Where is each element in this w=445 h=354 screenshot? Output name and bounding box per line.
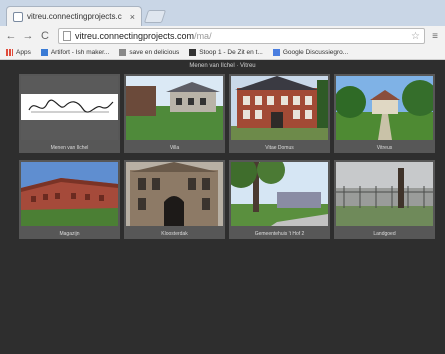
- gallery-tile[interactable]: Vitreus: [334, 74, 435, 153]
- gallery-tile[interactable]: Vitae Domus: [229, 74, 330, 153]
- photo-grid: Menen van Ilchel Villa Vitae Domus Vitre…: [19, 74, 439, 242]
- gallery-tile[interactable]: Magazijn: [19, 160, 120, 239]
- gallery-tile[interactable]: Villa: [124, 74, 225, 153]
- browser-window: vitreu.connectingprojects.c × ← → C vitr…: [0, 0, 445, 354]
- page-favicon-icon: [13, 11, 23, 22]
- tile-photo: [126, 76, 223, 140]
- forward-button[interactable]: →: [21, 29, 35, 43]
- bookmark-label: Stoop 1 - De Zit en t...: [199, 49, 263, 56]
- tile-photo: [231, 162, 328, 226]
- address-bar[interactable]: vitreu.connectingprojects.com /ma/ ☆: [58, 28, 425, 44]
- bookmarks-bar: Apps Artifort - Ish maker... save en delic…: [0, 46, 445, 60]
- page-icon: [63, 31, 71, 41]
- tile-photo: [336, 76, 433, 140]
- gallery-page: Menen van Ilchel · Vitreu Menen van Ilch…: [0, 60, 445, 354]
- bookmark-star-icon[interactable]: ☆: [411, 31, 420, 42]
- tile-photo: [126, 162, 223, 226]
- gallery-tile[interactable]: Menen van Ilchel: [19, 74, 120, 153]
- gallery-tile[interactable]: Kloosterdak: [124, 160, 225, 239]
- bookmark-item[interactable]: Artifort - Ish maker...: [40, 49, 110, 56]
- bookmark-favicon: [40, 49, 48, 56]
- tile-caption: Kloosterdak: [161, 231, 188, 237]
- bookmark-item[interactable]: Apps: [6, 49, 31, 56]
- browser-menu-icon[interactable]: ≡: [429, 31, 441, 42]
- tile-caption: Menen van Ilchel: [50, 145, 89, 151]
- new-tab-button[interactable]: [143, 10, 167, 23]
- tile-caption: Landgoed: [373, 231, 396, 237]
- bookmark-item[interactable]: save en delicious: [119, 49, 179, 56]
- bookmark-item[interactable]: Google Discussiegro...: [272, 49, 349, 56]
- url-host: vitreu.connectingprojects.com: [75, 31, 195, 41]
- tile-caption: Gemeentehuis 't Hof 2: [254, 231, 305, 237]
- bookmark-label: Apps: [16, 49, 31, 56]
- bookmark-favicon: [189, 49, 197, 56]
- tab-strip: vitreu.connectingprojects.c ×: [0, 0, 445, 26]
- tab-close-icon[interactable]: ×: [130, 12, 135, 22]
- bookmark-item[interactable]: Stoop 1 - De Zit en t...: [189, 49, 263, 56]
- tile-photo: [231, 76, 328, 140]
- tile-photo: [21, 162, 118, 226]
- browser-toolbar: ← → C vitreu.connectingprojects.com /ma/…: [0, 26, 445, 46]
- back-button[interactable]: ←: [4, 29, 18, 43]
- gallery-tile[interactable]: Gemeentehuis 't Hof 2: [229, 160, 330, 239]
- bookmark-label: save en delicious: [129, 49, 180, 56]
- browser-tab[interactable]: vitreu.connectingprojects.c ×: [6, 6, 142, 26]
- gallery-tile[interactable]: Landgoed: [334, 160, 435, 239]
- tile-caption: Villa: [169, 145, 180, 151]
- tab-title: vitreu.connectingprojects.c: [27, 12, 122, 21]
- tile-photo: [21, 76, 118, 140]
- tile-caption: Vitae Domus: [265, 145, 294, 151]
- tile-caption: Magazijn: [59, 231, 80, 237]
- page-icon: [119, 49, 127, 56]
- page-heading: Menen van Ilchel · Vitreu: [189, 63, 256, 69]
- url-path: /ma/: [194, 31, 212, 41]
- tile-caption: Vitreus: [376, 145, 393, 151]
- google-groups-icon: [272, 49, 280, 56]
- reload-button[interactable]: C: [38, 29, 52, 43]
- tile-photo: [336, 162, 433, 226]
- apps-grid-icon: [6, 49, 13, 56]
- bookmark-label: Artifort - Ish maker...: [50, 49, 110, 56]
- bookmark-label: Google Discussiegro...: [282, 49, 349, 56]
